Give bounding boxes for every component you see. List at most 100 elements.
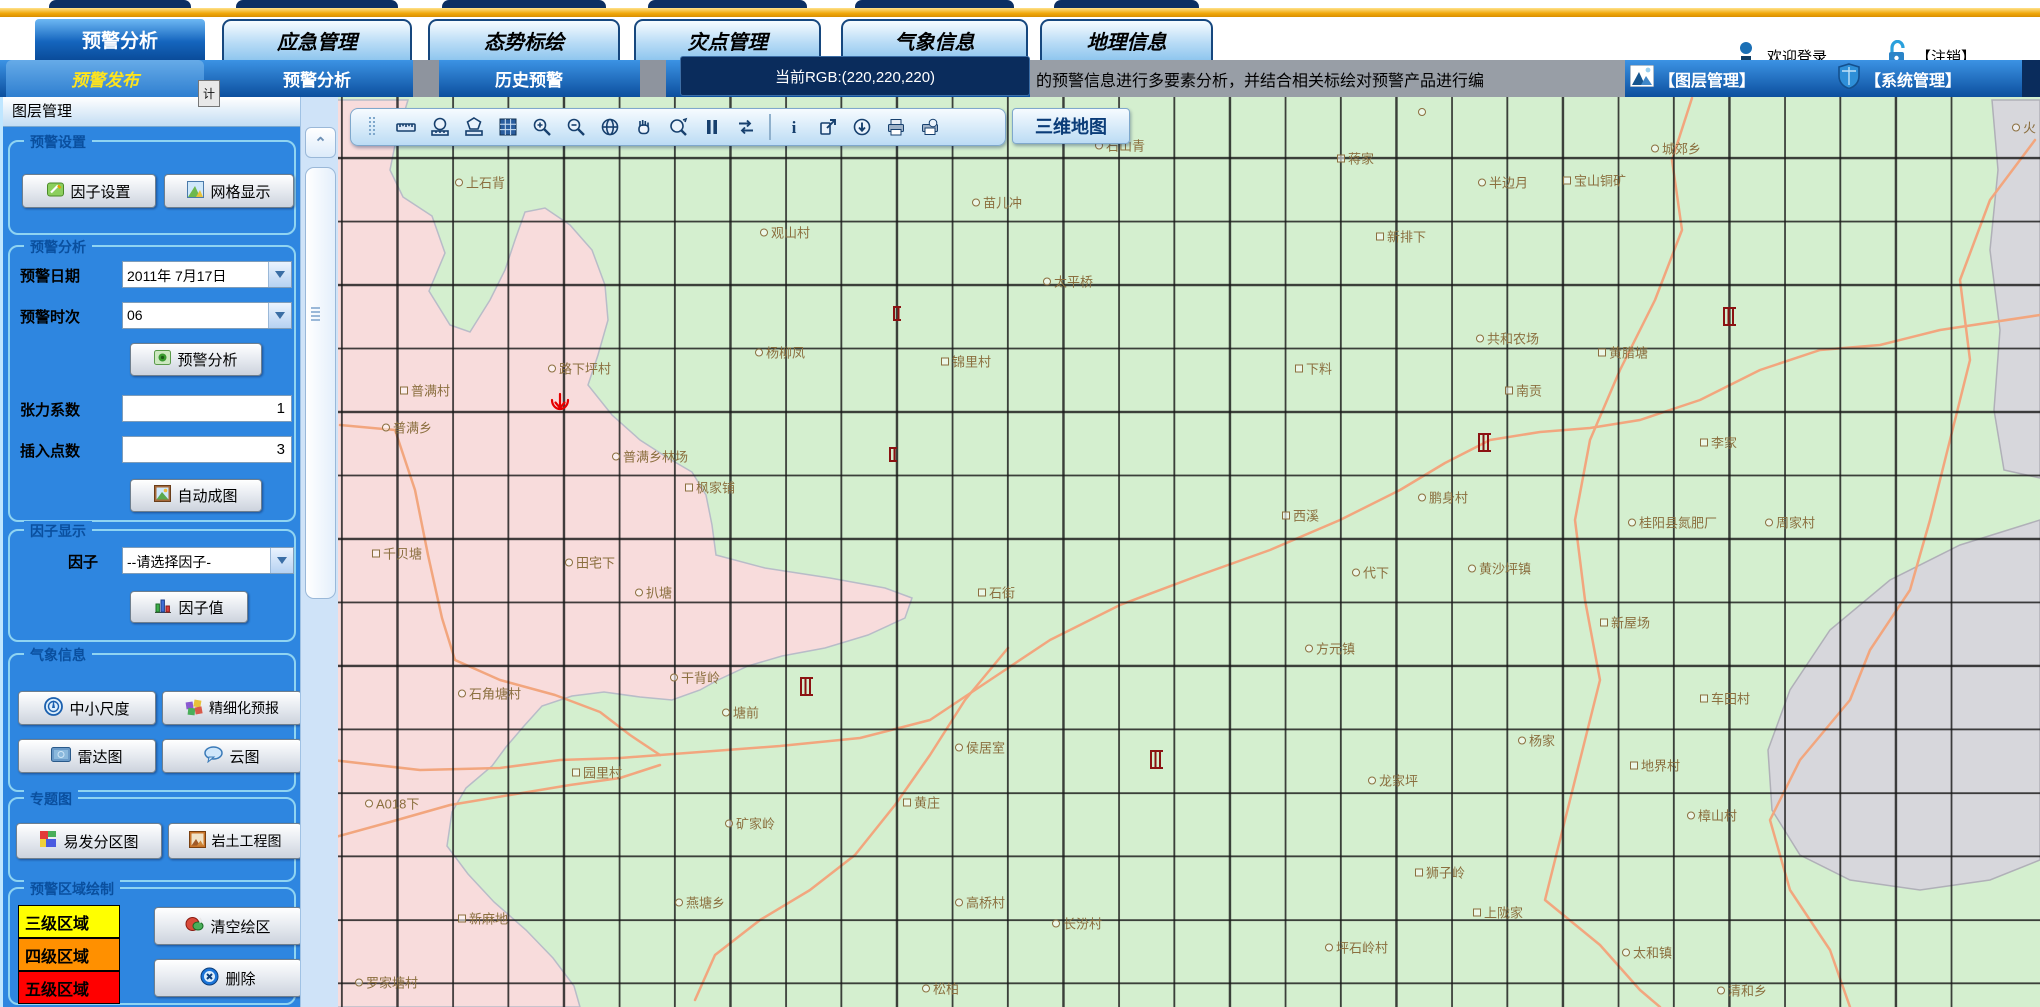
tab-3[interactable]: 态势标绘 <box>428 19 620 60</box>
radar-button[interactable]: 雷达图 <box>18 739 156 773</box>
measure-polygon-icon[interactable] <box>463 116 485 138</box>
sidebar-scrollbar[interactable]: ⌃ <box>300 97 338 1007</box>
globe-icon[interactable] <box>599 116 621 138</box>
tab-4[interactable]: 灾点管理 <box>634 19 821 60</box>
points-input[interactable] <box>122 436 292 463</box>
place-marker-icon <box>922 984 930 992</box>
geotech-map-button[interactable]: 岩土工程图 <box>168 823 302 859</box>
system-manage-button[interactable]: 【系统管理】 <box>1838 60 1961 97</box>
chevron-down-icon[interactable] <box>268 262 291 287</box>
measure-circle-icon[interactable] <box>429 116 451 138</box>
gray-out-region-bottom <box>1768 520 2040 890</box>
scrollbar-thumb[interactable] <box>305 167 336 599</box>
map-place-label: 城郊乡 <box>1651 139 1701 158</box>
place-marker-icon <box>635 588 643 596</box>
marquee-text: 的预警信息进行多要素分析，并结合相关标绘对预警产品进行编 <box>1030 60 1625 97</box>
map-place-label: 罗家塘村 <box>355 973 418 992</box>
subnav-item-warning-analysis[interactable]: 预警分析 <box>252 60 382 97</box>
cloud-button[interactable]: 云图 <box>162 739 302 773</box>
grid-display-button[interactable]: 网格显示 <box>164 174 294 208</box>
map-3d-button[interactable]: 三维地图 <box>1012 108 1130 144</box>
auto-map-button[interactable]: 自动成图 <box>130 479 262 512</box>
fine-forecast-button[interactable]: 精细化预报 <box>162 691 302 725</box>
meso-scale-button[interactable]: 中小尺度 <box>18 691 156 725</box>
tab-5[interactable]: 气象信息 <box>841 19 1028 60</box>
map-place-label: 黄腊塘 <box>1598 343 1648 362</box>
warning-level-4[interactable]: 四级区域 <box>18 938 120 971</box>
zoom-extent-icon[interactable] <box>667 116 689 138</box>
zoning-map-icon <box>39 830 57 852</box>
disaster-point-icon <box>1150 750 1163 769</box>
meso-scale-icon <box>44 697 63 720</box>
map-place-label: 龙家坪 <box>1368 771 1418 790</box>
group-warning-settings: 预警设置 因子设置 网格显示 <box>8 140 296 235</box>
place-marker-icon <box>1700 694 1708 702</box>
zoom-in-icon[interactable] <box>531 116 553 138</box>
place-marker-icon <box>548 364 556 372</box>
scroll-up-icon[interactable]: ⌃ <box>305 127 336 158</box>
place-marker-icon <box>612 452 620 460</box>
clear-region-button[interactable]: 清空绘区 <box>154 907 302 945</box>
drag-handle-icon <box>361 116 383 138</box>
factor-select[interactable]: --请选择因子- <box>122 547 294 574</box>
factor-settings-button[interactable]: 因子设置 <box>22 174 156 208</box>
map-place-label: 周家村 <box>1765 513 1815 532</box>
ruler-icon[interactable] <box>395 116 417 138</box>
tab-2[interactable]: 应急管理 <box>222 19 412 60</box>
swap-icon[interactable] <box>735 116 757 138</box>
layer-manage-button[interactable]: 【图层管理】 <box>1630 60 1755 97</box>
export-icon[interactable] <box>817 116 839 138</box>
place-marker-icon <box>955 898 963 906</box>
grid-display-icon <box>187 181 204 202</box>
delete-button[interactable]: 删除 <box>154 959 302 997</box>
grid-icon[interactable] <box>497 116 519 138</box>
map-place-label: 上陇家 <box>1473 903 1523 922</box>
pause-icon[interactable] <box>701 116 723 138</box>
map-place-label: 桂阳县氮肥厂 <box>1628 513 1717 532</box>
map-place-label: 樟山村 <box>1687 806 1737 825</box>
disaster-point-icon <box>893 306 901 321</box>
place-marker-icon <box>1368 776 1376 784</box>
place-marker-icon <box>1505 386 1513 394</box>
map-place-label: 半边月 <box>1478 173 1528 192</box>
place-marker-icon <box>685 483 693 491</box>
warning-analyze-button[interactable]: 预警分析 <box>130 343 262 376</box>
pan-hand-icon[interactable] <box>633 116 655 138</box>
zoom-out-icon[interactable] <box>565 116 587 138</box>
place-marker-icon <box>1052 919 1060 927</box>
place-marker-icon <box>1352 568 1360 576</box>
subnav-divider <box>640 60 666 97</box>
place-marker-icon <box>400 386 408 394</box>
print-preview-icon[interactable] <box>919 116 941 138</box>
map-place-label: 太和镇 <box>1622 943 1672 962</box>
map-place-label: 松柏 <box>922 979 959 998</box>
chevron-down-icon[interactable] <box>270 548 293 573</box>
map-place-label: 代下 <box>1352 563 1389 582</box>
artifact-glyph: 计 <box>198 80 220 107</box>
place-marker-icon <box>455 178 463 186</box>
print-icon[interactable] <box>885 116 907 138</box>
tab-1[interactable]: 预警分析 <box>35 19 205 60</box>
place-marker-icon <box>725 819 733 827</box>
warning-date-select[interactable]: 2011年 7月17日 <box>122 261 292 288</box>
subnav-item-history-warning[interactable]: 历史预警 <box>455 60 603 97</box>
warning-time-select[interactable]: 06 <box>122 302 292 329</box>
info-icon[interactable]: i <box>783 116 805 138</box>
warning-level-5[interactable]: 五级区域 <box>18 971 120 1004</box>
zoning-map-button[interactable]: 易发分区图 <box>16 823 162 859</box>
download-icon[interactable] <box>851 116 873 138</box>
gold-band <box>0 8 2040 17</box>
place-marker-icon <box>1376 232 1384 240</box>
chevron-down-icon[interactable] <box>268 303 291 328</box>
map-canvas[interactable]: 石山青上石背苗儿冲观山村蒋家半边月宝山铜矿城郊乡火新排下太平桥杨柳凤锦里村共和农… <box>338 97 2040 1007</box>
tension-input[interactable] <box>122 395 292 422</box>
factor-value-button[interactable]: 因子值 <box>130 591 248 623</box>
subnav-item-warning-publish[interactable]: 预警发布 <box>6 60 204 97</box>
pink-risk-region <box>338 100 912 1007</box>
clear-region-icon <box>185 915 204 937</box>
map-place-label: 扒塘 <box>635 583 672 602</box>
map-place-label: 田宅下 <box>565 553 615 572</box>
tab-6[interactable]: 地理信息 <box>1040 19 1213 60</box>
warning-level-3[interactable]: 三级区域 <box>18 905 120 938</box>
rgb-status: 当前RGB:(220,220,220) <box>680 56 1030 96</box>
